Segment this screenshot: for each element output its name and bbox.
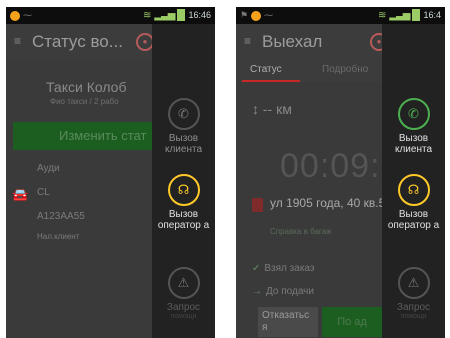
step-item: → До подачи (252, 286, 314, 297)
car-plate: А123АА55 (37, 211, 85, 222)
help-request-label: Запрос (396, 302, 431, 313)
arrow-right-icon: → (252, 286, 262, 297)
clock: 16:46 (188, 10, 211, 20)
distance-readout: ↕ -- км (252, 101, 292, 117)
call-operator-label: Вызов оператор а (157, 209, 210, 231)
help-request-label: Запрос (166, 302, 201, 313)
check-icon: ✓ (252, 263, 261, 274)
location-icon: ⚑ (240, 10, 249, 20)
car-icon: 🚘 (12, 187, 29, 202)
app-notification-icon (251, 10, 262, 21)
page-title: Выехал (262, 32, 323, 51)
cancel-order-button[interactable]: Отказатьс я (258, 307, 318, 337)
call-operator-label: Вызов оператор а (387, 209, 440, 231)
usb-icon: ⁓ (23, 10, 32, 20)
headset-icon: ☊ (167, 174, 200, 206)
menu-icon[interactable]: ≡ (14, 34, 21, 48)
alarm-icon: ⚠ (167, 267, 200, 299)
distance-arrow-icon: ↕ (252, 101, 263, 117)
step-label: До подачи (266, 286, 314, 297)
building-icon (252, 198, 263, 212)
call-side-panel: ✆ Вызов клиента ☊ Вызов оператор а ⚠ Зап… (152, 24, 215, 338)
payment-type: Нал.клиент (37, 232, 80, 241)
help-request-item[interactable]: ⚠ Запрос помощи (382, 267, 445, 320)
active-tab-indicator (242, 80, 300, 82)
app-notification-icon (10, 10, 20, 21)
car-model: CL (37, 187, 50, 198)
call-client-item[interactable]: ✆ Вызов клиента (382, 98, 445, 155)
tab-status[interactable]: Статус (250, 64, 282, 75)
usb-icon: ⁓ (264, 10, 274, 20)
status-bar: ⚑ ⁓ ≋ ▂▃▅ 16:4 (236, 7, 445, 24)
page-title: Статус во... (32, 32, 123, 51)
battery-icon (177, 9, 186, 21)
help-request-sub: помощи (170, 313, 197, 320)
taxi-service-subtitle: Фио такси / 2 рабо (50, 97, 119, 106)
call-client-label: Вызов клиента (164, 133, 203, 155)
go-to-address-button[interactable]: По ад (322, 307, 382, 337)
step-item: ✓ Взял заказ (252, 263, 314, 274)
call-operator-item[interactable]: ☊ Вызов оператор а (152, 174, 215, 231)
phone-icon: ✆ (397, 98, 430, 130)
wifi-icon: ≋ (143, 9, 152, 21)
phone-icon: ✆ (167, 98, 200, 130)
help-request-sub: помощи (400, 313, 427, 320)
status-bar: ⁓ ≋ ▂▃▅ 16:46 (6, 7, 215, 24)
step-label: Взял заказ (264, 263, 315, 274)
headset-icon: ☊ (397, 174, 430, 206)
car-brand: Ауди (37, 163, 60, 174)
alarm-icon: ⚠ (397, 267, 430, 299)
menu-icon[interactable]: ≡ (244, 34, 251, 48)
distance-value: -- км (262, 101, 292, 117)
taxi-service-name: Такси Колоб (46, 79, 127, 95)
left-phone-screen: ⁓ ≋ ▂▃▅ 16:46 ≡ Статус во... ● Такси Кол… (6, 7, 215, 338)
clock: 16:4 (423, 10, 441, 20)
help-request-item[interactable]: ⚠ Запрос помощи (152, 267, 215, 320)
call-side-panel: ✆ Вызов клиента ☊ Вызов оператор а ⚠ Зап… (382, 24, 445, 338)
right-phone-screen: ⚑ ⁓ ≋ ▂▃▅ 16:4 ≡ Выехал ● Статус Подробн… (236, 7, 445, 338)
tab-details[interactable]: Подробно (322, 64, 368, 75)
address-hint: Справка в багаж (270, 227, 332, 236)
battery-icon (412, 9, 421, 21)
signal-icon: ▂▃▅ (154, 9, 175, 21)
wifi-icon: ≋ (378, 9, 387, 21)
signal-icon: ▂▃▅ (389, 9, 410, 21)
call-operator-item[interactable]: ☊ Вызов оператор а (382, 174, 445, 231)
call-client-label: Вызов клиента (394, 133, 433, 155)
call-client-item[interactable]: ✆ Вызов клиента (152, 98, 215, 155)
